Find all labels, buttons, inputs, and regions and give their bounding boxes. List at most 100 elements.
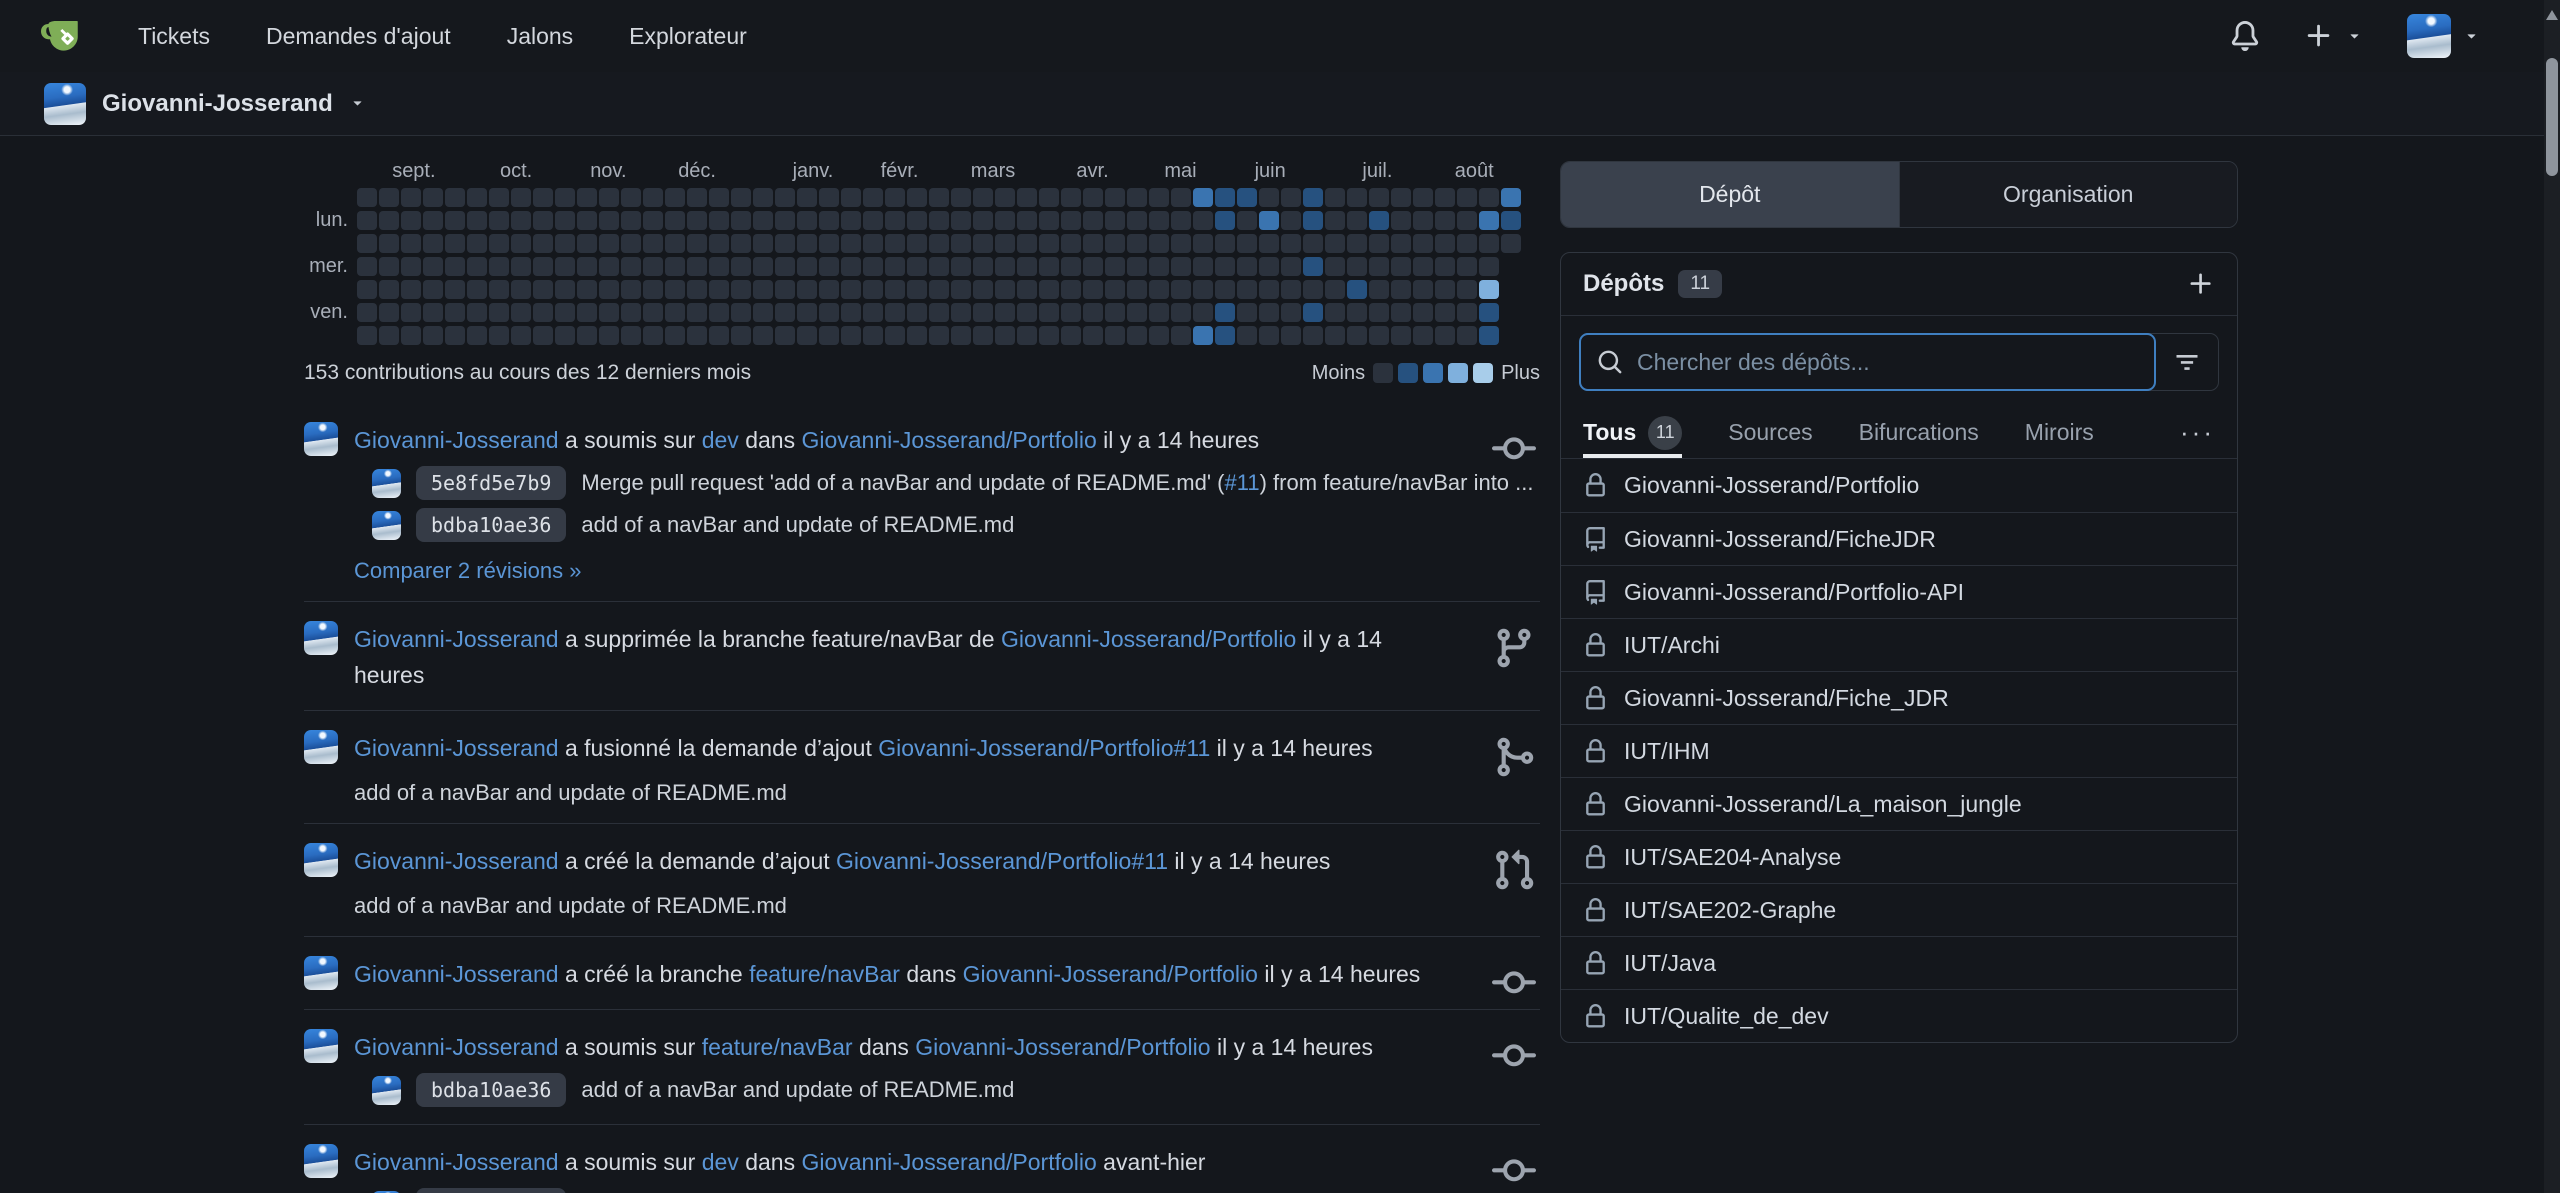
heatmap-cell[interactable]	[1237, 280, 1257, 299]
heatmap-cell[interactable]	[665, 234, 685, 253]
heatmap-cell[interactable]	[929, 326, 949, 345]
feed-link[interactable]: feature/navBar	[702, 1034, 853, 1060]
heatmap-cell[interactable]	[489, 326, 509, 345]
heatmap-cell[interactable]	[863, 280, 883, 299]
heatmap-cell[interactable]	[863, 234, 883, 253]
heatmap-cell[interactable]	[1413, 303, 1433, 322]
nav-item-pull-requests[interactable]: Demandes d'ajout	[266, 23, 451, 50]
heatmap-cell[interactable]	[1501, 234, 1521, 253]
heatmap-cell[interactable]	[423, 280, 443, 299]
heatmap-cell[interactable]	[379, 234, 399, 253]
heatmap-cell[interactable]	[973, 188, 993, 207]
heatmap-cell[interactable]	[577, 234, 597, 253]
heatmap-cell[interactable]	[1237, 234, 1257, 253]
heatmap-cell[interactable]	[731, 280, 751, 299]
heatmap-cell[interactable]	[1039, 234, 1059, 253]
notifications-bell-button[interactable]	[2230, 21, 2260, 51]
heatmap-cell[interactable]	[753, 211, 773, 230]
heatmap-cell[interactable]	[709, 257, 729, 276]
heatmap-cell[interactable]	[929, 234, 949, 253]
heatmap-cell[interactable]	[951, 257, 971, 276]
heatmap-cell[interactable]	[973, 303, 993, 322]
heatmap-cell[interactable]	[731, 234, 751, 253]
heatmap-cell[interactable]	[621, 326, 641, 345]
nav-item-explore[interactable]: Explorateur	[629, 23, 747, 50]
heatmap-cell[interactable]	[775, 280, 795, 299]
heatmap-cell[interactable]	[621, 211, 641, 230]
heatmap-cell[interactable]	[1127, 280, 1147, 299]
heatmap-cell[interactable]	[1215, 234, 1235, 253]
avatar[interactable]	[304, 621, 338, 655]
heatmap-cell[interactable]	[1193, 211, 1213, 230]
repo-filter-bifurcations[interactable]: Bifurcations	[1859, 407, 1979, 458]
heatmap-cell[interactable]	[753, 234, 773, 253]
heatmap-cell[interactable]	[445, 326, 465, 345]
heatmap-cell[interactable]	[709, 211, 729, 230]
heatmap-cell[interactable]	[1017, 211, 1037, 230]
heatmap-cell[interactable]	[1391, 280, 1411, 299]
heatmap-cell[interactable]	[951, 326, 971, 345]
heatmap-cell[interactable]	[379, 188, 399, 207]
heatmap-cell[interactable]	[445, 211, 465, 230]
heatmap-cell[interactable]	[621, 257, 641, 276]
heatmap-cell[interactable]	[1369, 211, 1389, 230]
gitea-logo-icon[interactable]	[38, 12, 86, 60]
heatmap-cell[interactable]	[1171, 234, 1191, 253]
compare-revisions-link[interactable]: Comparer 2 révisions »	[354, 558, 581, 584]
repo-list-item[interactable]: Giovanni-Josserand/FicheJDR	[1561, 512, 2237, 565]
heatmap-cell[interactable]	[1083, 280, 1103, 299]
heatmap-cell[interactable]	[1281, 188, 1301, 207]
heatmap-cell[interactable]	[1105, 211, 1125, 230]
heatmap-cell[interactable]	[973, 326, 993, 345]
repo-filter-button[interactable]	[2156, 334, 2218, 390]
heatmap-cell[interactable]	[555, 280, 575, 299]
heatmap-cell[interactable]	[555, 326, 575, 345]
heatmap-cell[interactable]	[797, 280, 817, 299]
heatmap-cell[interactable]	[775, 234, 795, 253]
heatmap-cell[interactable]	[401, 303, 421, 322]
heatmap-cell[interactable]	[1259, 234, 1279, 253]
heatmap-cell[interactable]	[797, 257, 817, 276]
heatmap-cell[interactable]	[1105, 188, 1125, 207]
heatmap-cell[interactable]	[621, 234, 641, 253]
heatmap-cell[interactable]	[841, 326, 861, 345]
heatmap-cell[interactable]	[1193, 280, 1213, 299]
heatmap-cell[interactable]	[577, 280, 597, 299]
heatmap-cell[interactable]	[599, 188, 619, 207]
heatmap-cell[interactable]	[819, 211, 839, 230]
heatmap-cell[interactable]	[1303, 234, 1323, 253]
heatmap-cell[interactable]	[357, 188, 377, 207]
heatmap-cell[interactable]	[819, 234, 839, 253]
heatmap-cell[interactable]	[1435, 234, 1455, 253]
heatmap-cell[interactable]	[995, 303, 1015, 322]
page-scrollbar[interactable]	[2544, 0, 2560, 1193]
heatmap-cell[interactable]	[1369, 303, 1389, 322]
heatmap-cell[interactable]	[1303, 303, 1323, 322]
heatmap-cell[interactable]	[687, 303, 707, 322]
repo-filter-tous[interactable]: Tous11	[1583, 407, 1682, 458]
heatmap-cell[interactable]	[1413, 234, 1433, 253]
heatmap-cell[interactable]	[863, 326, 883, 345]
heatmap-cell[interactable]	[1457, 188, 1477, 207]
heatmap-cell[interactable]	[357, 326, 377, 345]
heatmap-cell[interactable]	[489, 211, 509, 230]
heatmap-cell[interactable]	[973, 257, 993, 276]
heatmap-cell[interactable]	[511, 280, 531, 299]
heatmap-cell[interactable]	[951, 188, 971, 207]
heatmap-cell[interactable]	[1303, 211, 1323, 230]
heatmap-cell[interactable]	[511, 303, 531, 322]
heatmap-cell[interactable]	[489, 303, 509, 322]
feed-link[interactable]: dev	[702, 427, 739, 453]
heatmap-cell[interactable]	[665, 280, 685, 299]
feed-link[interactable]: dev	[702, 1149, 739, 1175]
heatmap-cell[interactable]	[445, 280, 465, 299]
heatmap-cell[interactable]	[841, 303, 861, 322]
heatmap-cell[interactable]	[401, 188, 421, 207]
heatmap-cell[interactable]	[797, 188, 817, 207]
heatmap-cell[interactable]	[687, 280, 707, 299]
heatmap-cell[interactable]	[445, 303, 465, 322]
heatmap-cell[interactable]	[819, 257, 839, 276]
repo-list-item[interactable]: IUT/SAE204-Analyse	[1561, 830, 2237, 883]
heatmap-cell[interactable]	[665, 326, 685, 345]
repo-list-item[interactable]: Giovanni-Josserand/Portfolio	[1561, 459, 2237, 512]
